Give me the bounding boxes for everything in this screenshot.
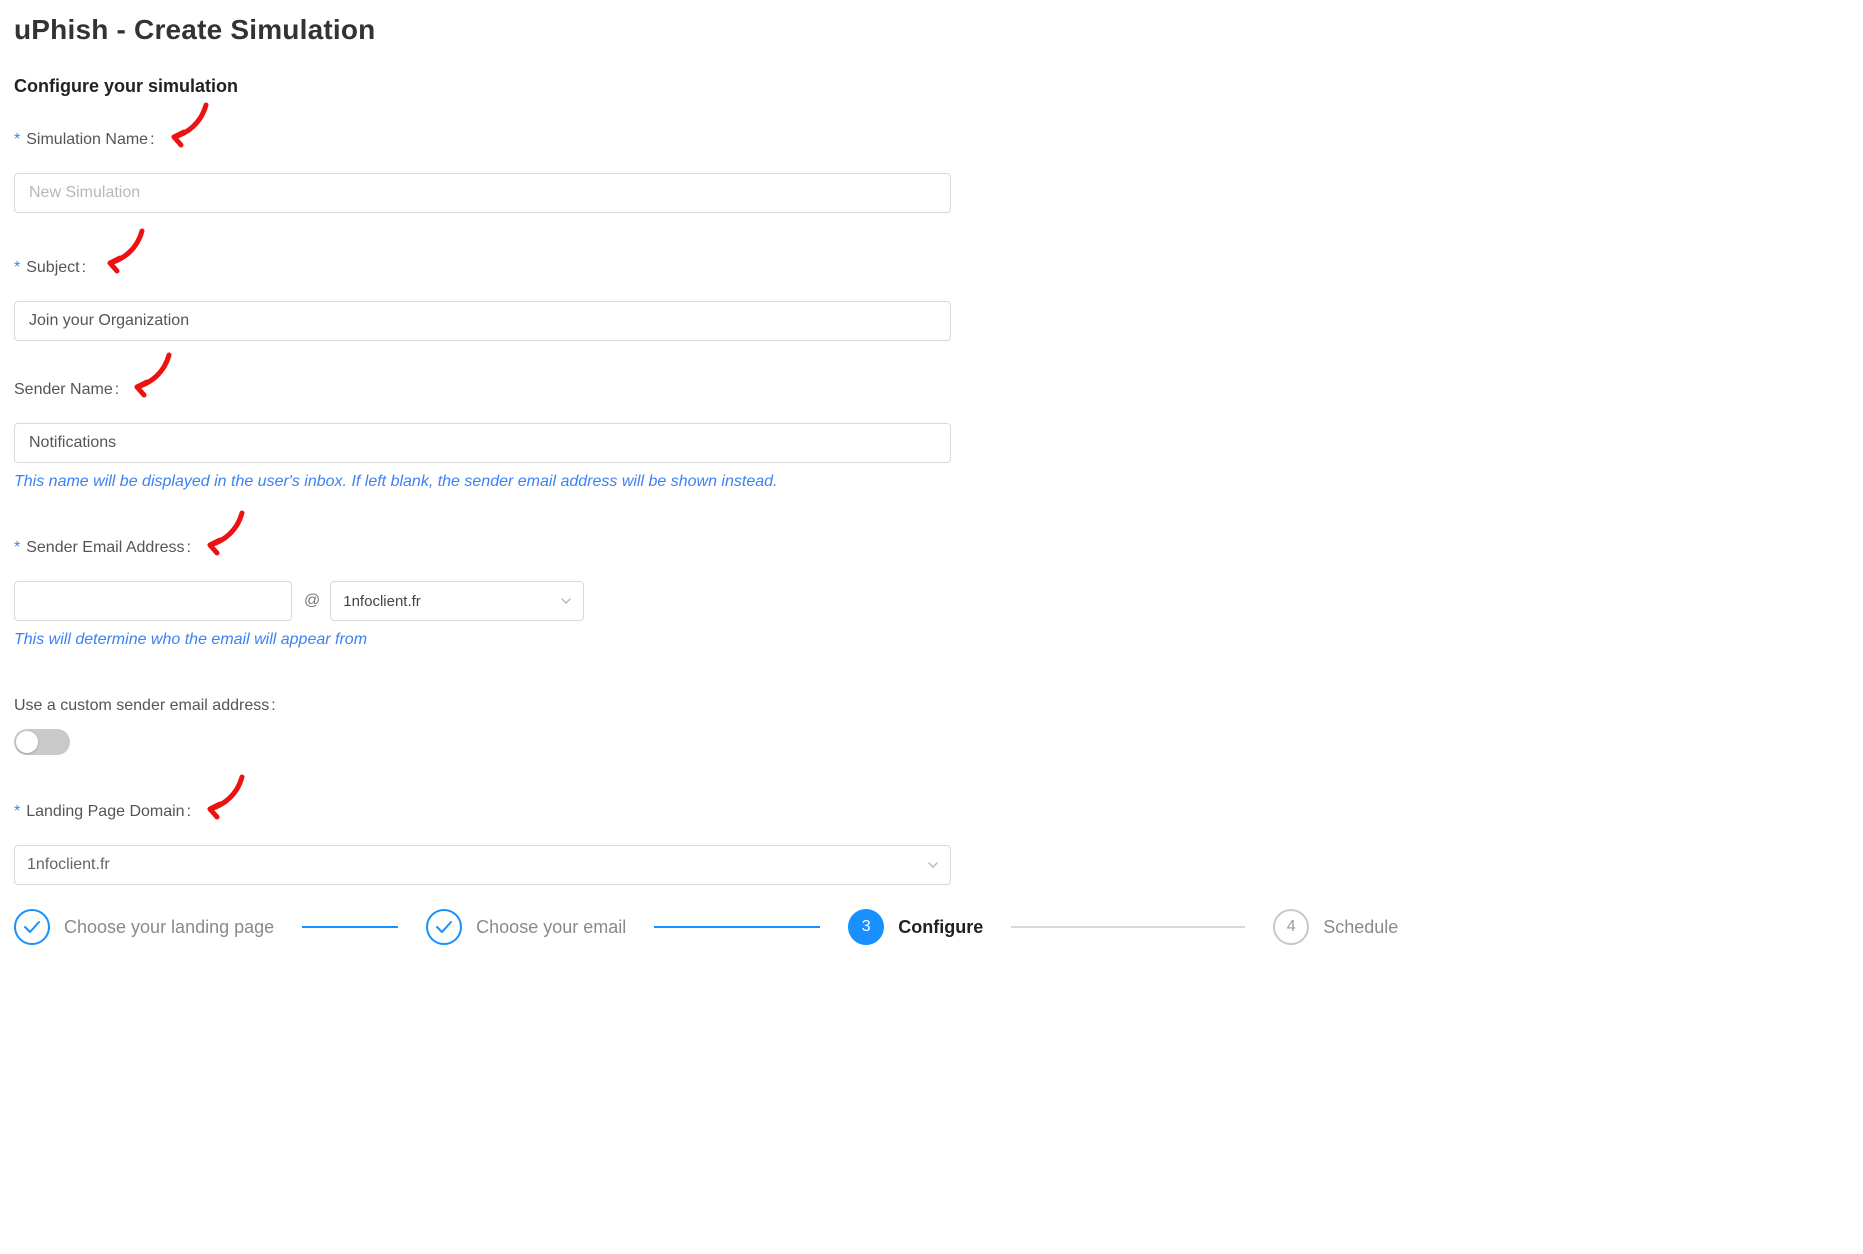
help-sender-email: This will determine who the email will a… [14, 631, 1849, 649]
toggle-knob [16, 731, 38, 753]
at-symbol: @ [304, 592, 320, 610]
step-4[interactable]: 4 Schedule [1273, 909, 1398, 945]
step-1-label: Choose your landing page [64, 917, 274, 938]
label-colon: : [187, 803, 191, 821]
field-sender-name: Sender Name : This name will be displaye… [14, 381, 1849, 491]
simulation-name-input[interactable] [14, 173, 951, 213]
chevron-down-icon [928, 862, 938, 868]
label-sender-email: Sender Email Address [26, 539, 184, 557]
section-subtitle: Configure your simulation [14, 76, 1849, 97]
field-custom-sender: Use a custom sender email address : [14, 697, 1849, 755]
step-2[interactable]: Choose your email [426, 909, 626, 945]
label-colon: : [82, 259, 86, 277]
step-4-label: Schedule [1323, 917, 1398, 938]
sender-name-input[interactable] [14, 423, 951, 463]
custom-sender-toggle[interactable] [14, 729, 70, 755]
landing-domain-value: 1nfoclient.fr [27, 856, 110, 874]
field-sender-email: * Sender Email Address : @ 1nfoclient.fr… [14, 539, 1849, 649]
label-custom-sender: Use a custom sender email address [14, 697, 269, 715]
label-colon: : [187, 539, 191, 557]
required-asterisk: * [14, 131, 20, 149]
label-colon: : [271, 697, 275, 715]
landing-domain-select[interactable]: 1nfoclient.fr [14, 845, 951, 885]
step-connector [302, 926, 398, 928]
step-1[interactable]: Choose your landing page [14, 909, 274, 945]
field-simulation-name: * Simulation Name : [14, 131, 1849, 213]
step-number-icon: 3 [848, 909, 884, 945]
step-2-label: Choose your email [476, 917, 626, 938]
subject-input[interactable] [14, 301, 951, 341]
step-number-icon: 4 [1273, 909, 1309, 945]
step-check-icon [14, 909, 50, 945]
step-3[interactable]: 3 Configure [848, 909, 983, 945]
wizard-stepper: Choose your landing page Choose your ema… [14, 909, 1849, 945]
label-landing-domain: Landing Page Domain [26, 803, 184, 821]
label-sender-name: Sender Name [14, 381, 113, 399]
label-subject: Subject [26, 259, 79, 277]
required-asterisk: * [14, 259, 20, 277]
field-landing-domain: * Landing Page Domain : 1nfoclient.fr [14, 803, 1849, 885]
sender-email-domain-select[interactable]: 1nfoclient.fr [330, 581, 584, 621]
sender-email-local-input[interactable] [14, 581, 292, 621]
step-connector [1011, 926, 1245, 928]
sender-email-domain-value: 1nfoclient.fr [343, 593, 421, 610]
label-colon: : [150, 131, 154, 149]
label-simulation-name: Simulation Name [26, 131, 148, 149]
page-title: uPhish - Create Simulation [14, 14, 1849, 46]
help-sender-name: This name will be displayed in the user'… [14, 473, 1849, 491]
required-asterisk: * [14, 803, 20, 821]
required-asterisk: * [14, 539, 20, 557]
step-3-label: Configure [898, 917, 983, 938]
step-check-icon [426, 909, 462, 945]
step-connector [654, 926, 820, 928]
field-subject: * Subject : [14, 259, 1849, 341]
label-colon: : [115, 381, 119, 399]
chevron-down-icon [561, 598, 571, 604]
